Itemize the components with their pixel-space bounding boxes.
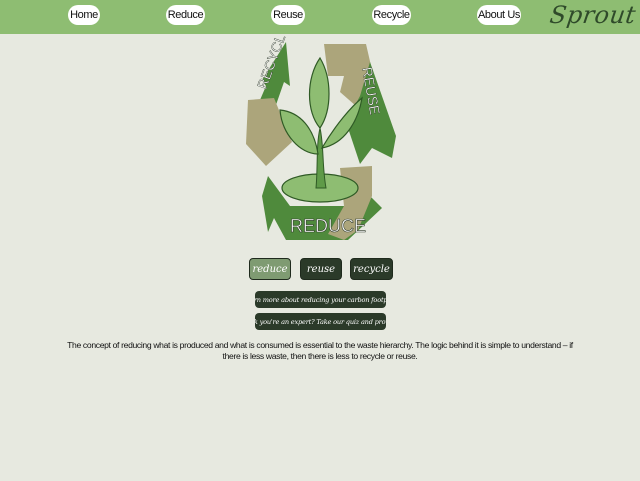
nav-about-us-button[interactable]: About Us (477, 5, 521, 25)
top-navbar: Home Reduce Reuse Recycle About Us Sprou… (0, 0, 640, 34)
brand-logo-text[interactable]: Sprout (548, 1, 638, 29)
recycle-arrows-graphic: RECYCLE REUSE REDUCE (246, 23, 396, 240)
arrow-label-reduce: REDUCE (290, 216, 366, 236)
nav-recycle-button[interactable]: Recycle (372, 5, 411, 25)
quiz-link-button[interactable]: Think you're an expert? Take our quiz an… (255, 313, 386, 330)
plant-stem (315, 127, 327, 189)
nav-reduce-button[interactable]: Reduce (166, 5, 205, 25)
reduce-description-text: The concept of reducing what is produced… (67, 340, 573, 361)
carbon-footprint-link-button[interactable]: Learn more about reducing your carbon fo… (255, 291, 386, 308)
tab-reuse-button[interactable]: reuse (300, 258, 342, 280)
plant-leaf-top (309, 56, 330, 129)
recycle-arrow-tan-left (246, 98, 292, 166)
tab-reduce-button[interactable]: reduce (249, 258, 291, 280)
nav-home-button[interactable]: Home (68, 5, 100, 25)
nav-reuse-button[interactable]: Reuse (271, 5, 305, 25)
tab-recycle-button[interactable]: recycle (350, 258, 393, 280)
recycle-plant-logo: RECYCLE REUSE REDUCE (240, 23, 400, 246)
